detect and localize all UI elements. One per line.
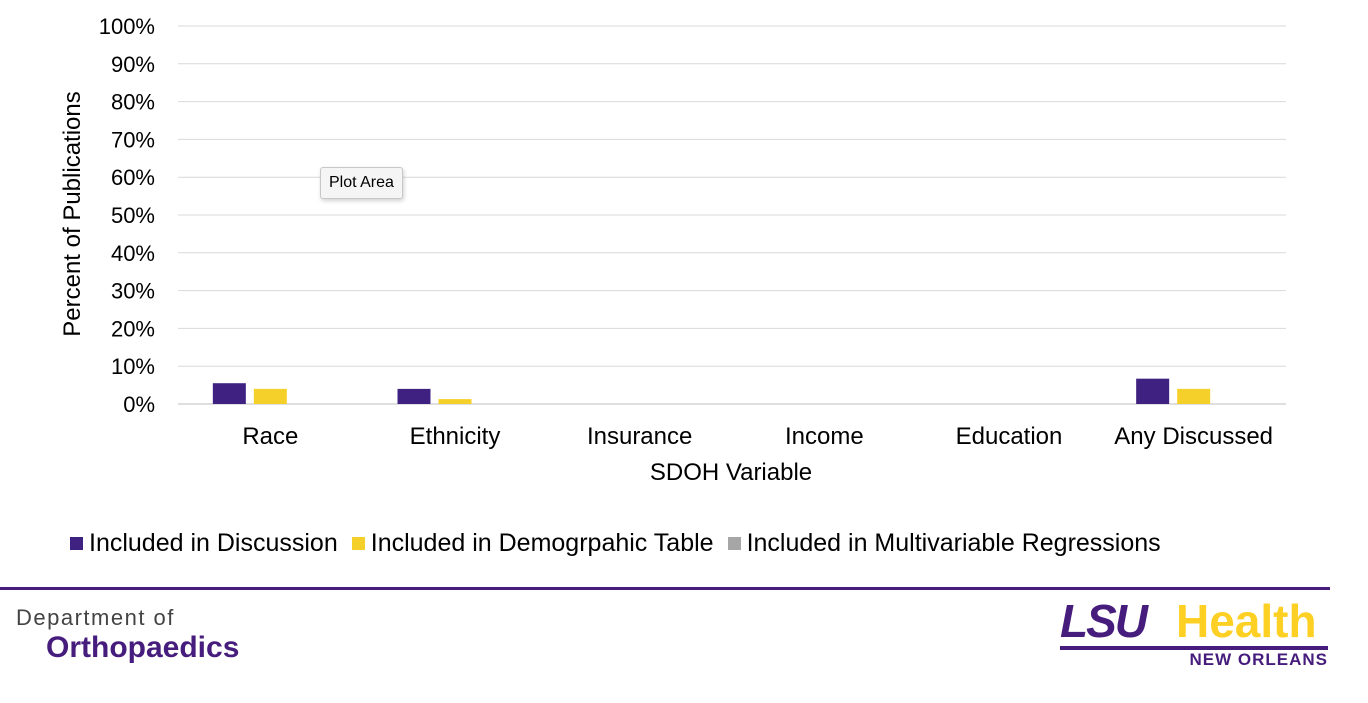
legend-item: Included in Multivariable Regressions [727,528,1161,558]
x-tick-label: Any Discussed [1114,423,1273,450]
logo-lsu-text: LSU [1060,595,1148,647]
bar [212,383,246,404]
bar [397,388,431,404]
bar [1136,378,1170,404]
lsu-health-logo: LSU Health NEW ORLEANS [1058,595,1330,672]
y-tick-label: 40% [111,241,155,266]
y-tick-label: 70% [111,127,155,152]
y-tick-label: 50% [111,203,155,228]
y-axis-title: Percent of Publications [59,91,86,336]
y-tick-label: 80% [111,90,155,115]
legend-swatch [70,536,83,550]
legend-swatch [351,536,365,550]
legend-label: Included in Discussion [89,528,338,557]
bar [438,399,472,404]
department-of-text: Department of [16,605,175,630]
legend-item: Included in Demogrpahic Table [351,528,714,558]
logo-health-text: Health [1176,595,1317,647]
bar-chart: 0% 10% 20% 30% 40% 50% 60% 70% 80% 90% 100% Race Et… [59,14,1286,486]
legend-label: Included in Multivariable Regressions [746,528,1161,557]
y-tick-label: 90% [111,52,155,77]
bar [1177,388,1211,404]
logo-new-orleans-text: NEW ORLEANS [1189,650,1328,669]
gridlines [178,25,1286,405]
x-tick-label: Ethnicity [410,423,501,450]
x-tick-label: Education [956,423,1063,450]
x-axis-tick-labels: Race Ethnicity Insurance Income Education Any… [242,423,1273,450]
y-tick-label: 10% [111,354,155,379]
legend-item: Included in Discussion [70,529,338,558]
chart-legend: Included in Discussion Included in Demogr… [70,527,1175,559]
y-tick-label: 60% [111,165,155,190]
x-tick-label: Income [785,423,864,450]
x-tick-label: Insurance [587,423,692,450]
x-axis-title: SDOH Variable [650,459,812,486]
y-tick-label: 20% [111,316,155,341]
y-tick-label: 0% [123,392,155,417]
bar [253,388,287,404]
department-label: Department of Orthopaedics [16,605,239,665]
y-tick-label: 100% [99,14,155,39]
x-tick-label: Race [242,423,298,450]
plot-area-tooltip: Plot Area [320,167,403,199]
legend-label: Included in Demogrpahic Table [370,528,714,557]
y-axis-tick-labels: 0% 10% 20% 30% 40% 50% 60% 70% 80% 90% 100% [99,14,155,417]
legend-swatch [727,536,741,550]
bars [212,378,1211,404]
y-tick-label: 30% [111,279,155,304]
orthopaedics-text: Orthopaedics [46,631,240,664]
footer-divider [0,587,1330,590]
